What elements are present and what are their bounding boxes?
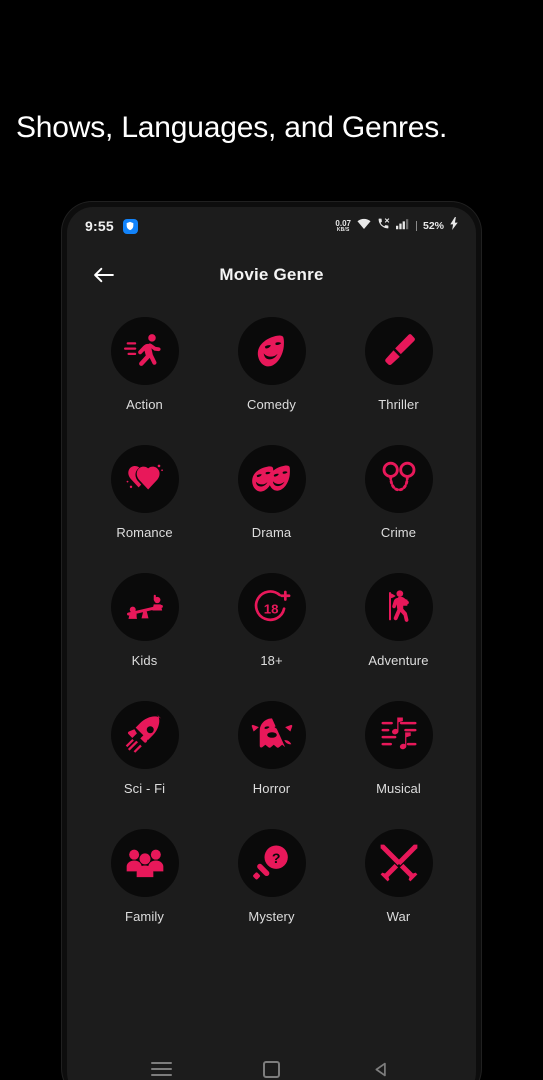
network-speed-indicator: 0.07 KB/S	[335, 219, 351, 233]
genre-item-action[interactable]: Action	[81, 317, 208, 412]
genre-item-war[interactable]: War	[335, 829, 462, 924]
genre-item-thriller[interactable]: Thriller	[335, 317, 462, 412]
screenshot-root: Shows, Languages, and Genres. 9:55 0.07 …	[0, 0, 543, 1080]
family-group-icon	[110, 829, 179, 897]
back-triangle-icon[interactable]	[361, 1052, 401, 1080]
battery-percentage: 52%	[422, 220, 444, 232]
app-bar: Movie Genre	[67, 253, 476, 297]
genre-label: 18+	[260, 653, 283, 668]
genre-label: Family	[125, 909, 164, 924]
hearts-icon	[110, 445, 179, 513]
status-bar: 9:55 0.07 KB/S 52%	[67, 207, 476, 245]
genre-item-romance[interactable]: Romance	[81, 445, 208, 540]
status-time: 9:55	[85, 218, 114, 234]
android-nav-bar	[67, 1046, 476, 1080]
drama-masks-icon	[237, 445, 306, 513]
seesaw-icon	[110, 573, 179, 641]
crossed-swords-icon	[364, 829, 433, 897]
back-arrow-icon[interactable]	[89, 260, 119, 290]
genre-label: Mystery	[248, 909, 295, 924]
status-divider	[415, 221, 417, 231]
genre-item-family[interactable]: Family	[81, 829, 208, 924]
nav-line	[151, 1062, 173, 1064]
running-man-icon	[110, 317, 179, 385]
shield-plus-icon	[122, 218, 138, 234]
genre-label: Comedy	[246, 397, 296, 412]
handcuffs-icon	[364, 445, 433, 513]
charging-bolt-icon	[450, 217, 458, 235]
genre-label: Horror	[252, 781, 291, 796]
genre-item-kids[interactable]: Kids	[81, 573, 208, 668]
signal-bars-icon	[395, 217, 410, 235]
genre-label: Action	[126, 397, 163, 412]
recents-glyph	[151, 1062, 173, 1076]
genre-label: Thriller	[378, 397, 419, 412]
svg-text:18: 18	[263, 602, 278, 617]
genre-item-mystery[interactable]: ? Mystery	[208, 829, 335, 924]
nav-line	[151, 1074, 173, 1076]
genre-label: Crime	[380, 525, 417, 540]
genre-label: Kids	[131, 653, 158, 668]
rocket-icon	[110, 701, 179, 769]
genre-item-adventure[interactable]: Adventure	[335, 573, 462, 668]
genre-label: Sci - Fi	[123, 781, 166, 796]
comedy-mask-icon	[237, 317, 306, 385]
hiker-icon	[364, 573, 433, 641]
page-headline: Shows, Languages, and Genres.	[16, 111, 448, 144]
genre-label: Musical	[376, 781, 421, 796]
recents-icon[interactable]	[142, 1052, 182, 1080]
page-title: Movie Genre	[219, 265, 324, 284]
genre-item-musical[interactable]: Musical	[335, 701, 462, 796]
genre-grid: Action Comedy Thriller Romance Drama Cri…	[67, 317, 476, 924]
genre-item-scifi[interactable]: Sci - Fi	[81, 701, 208, 796]
age-18-plus-icon: 18	[237, 573, 306, 641]
status-right-cluster: 0.07 KB/S 52%	[335, 217, 458, 235]
genre-item-drama[interactable]: Drama	[208, 445, 335, 540]
ghost-icon	[237, 701, 306, 769]
genre-item-comedy[interactable]: Comedy	[208, 317, 335, 412]
network-speed-unit: KB/S	[336, 226, 350, 233]
genre-label: Adventure	[368, 653, 429, 668]
genre-item-horror[interactable]: Horror	[208, 701, 335, 796]
genre-item-18plus[interactable]: 18 18+	[208, 573, 335, 668]
phone-screen: 9:55 0.07 KB/S 52% Movie Genre Action Co…	[67, 207, 476, 1080]
phone-device-frame: 9:55 0.07 KB/S 52% Movie Genre Action Co…	[62, 202, 481, 1080]
genre-item-crime[interactable]: Crime	[335, 445, 462, 540]
magnifier-question-icon: ?	[237, 829, 306, 897]
home-icon[interactable]	[251, 1052, 291, 1080]
nav-line	[151, 1068, 173, 1070]
knife-icon	[364, 317, 433, 385]
genre-label: Drama	[251, 525, 292, 540]
music-notes-icon	[364, 701, 433, 769]
wifi-icon	[357, 217, 371, 235]
genre-label: Romance	[116, 525, 173, 540]
home-glyph	[262, 1060, 280, 1078]
svg-text:?: ?	[271, 851, 280, 867]
call-muted-icon	[377, 217, 390, 235]
genre-label: War	[386, 909, 411, 924]
